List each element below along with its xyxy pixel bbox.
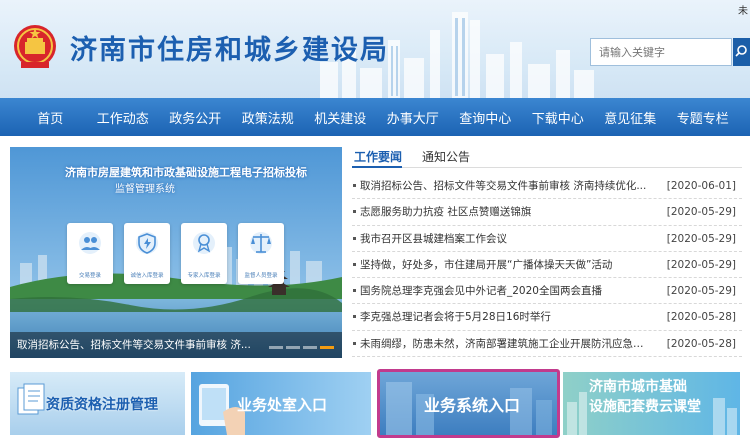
documents-icon xyxy=(17,383,45,415)
tile-credit-login[interactable]: 诚信入库登录 xyxy=(124,223,170,284)
national-emblem-logo xyxy=(14,25,56,68)
bullet xyxy=(353,341,356,345)
bullet xyxy=(353,289,356,293)
search-icon xyxy=(735,45,747,57)
shield-icon xyxy=(136,232,158,254)
carousel-dot[interactable] xyxy=(269,346,283,349)
bullet xyxy=(353,262,356,266)
news-title[interactable]: 取消招标公告、招标文件等交易文件事前审核 济南持续优化... xyxy=(360,173,650,199)
main-nav: 首页 工作动态 政务公开 政策法规 机关建设 办事大厅 查询中心 下载中心 意见… xyxy=(0,98,750,136)
news-title[interactable]: 国务院总理李克强会见中外记者_2020全国两会直播 xyxy=(360,278,650,304)
news-date: [2020-05-29] xyxy=(666,206,736,219)
news-list: 取消招标公告、招标文件等交易文件事前审核 济南持续优化... [2020-06-… xyxy=(352,173,742,358)
link-department-entry[interactable]: 业务处室入口 xyxy=(191,372,371,435)
news-date: [2020-05-29] xyxy=(666,232,736,245)
nav-item-feedback[interactable]: 意见征集 xyxy=(594,108,667,127)
banner-carousel[interactable]: 济南市房屋建筑和市政基础设施工程电子招标投标 监督管理系统 交易登录 诚信入库登… xyxy=(10,147,342,358)
link-label: 业务处室入口 xyxy=(237,396,328,414)
news-panel: 工作要闻 通知公告 取消招标公告、招标文件等交易文件事前审核 济南持续优化...… xyxy=(352,146,742,358)
nav-item-download-center[interactable]: 下载中心 xyxy=(522,108,595,127)
link-label-line2: 设施配套费云课堂 xyxy=(589,399,701,415)
banner-caption[interactable]: 取消招标公告、招标文件等交易文件事前审核 济... xyxy=(10,332,342,358)
news-date: [2020-06-01] xyxy=(666,180,736,192)
news-title[interactable]: 我市召开区县城建档案工作会议 xyxy=(360,226,650,252)
tab-work-news[interactable]: 工作要闻 xyxy=(354,148,402,165)
nav-item-work-news[interactable]: 工作动态 xyxy=(87,108,160,127)
news-item[interactable]: 未雨绸缪，防患未然，济南部署建筑施工企业开展防汛应急演... [2020-05-… xyxy=(352,331,742,358)
carousel-dot[interactable] xyxy=(303,346,317,349)
highlight-frame xyxy=(377,369,560,438)
balance-scale-icon xyxy=(250,232,272,254)
nav-item-gov-affairs[interactable]: 政务公开 xyxy=(159,108,232,127)
news-title[interactable]: 坚持做，好处多，市住建局开展“广播体操天天做”活动 xyxy=(360,252,650,278)
nav-item-service-hall[interactable]: 办事大厅 xyxy=(377,108,450,127)
banner-title: 济南市房屋建筑和市政基础设施工程电子招标投标 xyxy=(65,166,307,179)
bullet xyxy=(353,236,356,240)
tile-label: 交易登录 xyxy=(78,273,101,279)
carousel-dot[interactable] xyxy=(286,346,300,349)
news-title[interactable]: 未雨绸缪，防患未然，济南部署建筑施工企业开展防汛应急演... xyxy=(360,331,650,357)
bullet xyxy=(353,184,356,187)
link-label: 济南市城市基础 xyxy=(589,379,687,395)
corner-text: 未 xyxy=(738,6,748,17)
tile-label: 专家入库登录 xyxy=(187,273,221,279)
nav-item-special-topics[interactable]: 专题专栏 xyxy=(667,108,740,127)
site-title: 济南市住房和城乡建设局 xyxy=(70,35,389,66)
news-date: [2020-05-28] xyxy=(666,311,736,324)
quick-links: 资质资格注册管理 业务处室入口 业务系统入口 济南市城市基础 设施配套费云课堂 xyxy=(10,369,740,438)
link-qualification-management[interactable]: 资质资格注册管理 xyxy=(10,372,185,435)
tile-label: 监督人员登录 xyxy=(244,273,278,279)
active-tab-indicator xyxy=(352,166,402,168)
nav-item-organization[interactable]: 机关建设 xyxy=(304,108,377,127)
site-header: 济南市住房和城乡建设局 未 xyxy=(0,0,750,98)
news-item[interactable]: 李克强总理记者会将于5月28日16时举行 [2020-05-28] xyxy=(352,304,742,331)
search-input[interactable] xyxy=(591,39,731,65)
news-date: [2020-05-29] xyxy=(666,285,736,298)
carousel-dot-active[interactable] xyxy=(320,346,334,349)
news-title[interactable]: 志愿服务助力抗疫 社区点赞赠送锦旗 xyxy=(360,199,650,225)
tile-supervisor-login[interactable]: 监督人员登录 xyxy=(238,223,284,284)
bullet xyxy=(353,210,356,214)
nav-item-home[interactable]: 首页 xyxy=(14,108,87,127)
banner-subtitle: 监督管理系统 xyxy=(115,184,175,195)
news-title[interactable]: 李克强总理记者会将于5月28日16时举行 xyxy=(360,304,650,330)
tile-expert-login[interactable]: 专家入库登录 xyxy=(181,223,227,284)
news-item[interactable]: 坚持做，好处多，市住建局开展“广播体操天天做”活动 [2020-05-29] xyxy=(352,252,742,279)
news-item[interactable]: 我市召开区县城建档案工作会议 [2020-05-29] xyxy=(352,226,742,252)
link-infrastructure-fee-cloud-class[interactable]: 济南市城市基础 设施配套费云课堂 xyxy=(563,372,740,435)
news-date: [2020-05-28] xyxy=(666,337,736,350)
nav-item-query-center[interactable]: 查询中心 xyxy=(449,108,522,127)
news-tabs: 工作要闻 通知公告 xyxy=(352,146,742,168)
news-item[interactable]: 国务院总理李克强会见中外记者_2020全国两会直播 [2020-05-29] xyxy=(352,278,742,305)
bullet xyxy=(353,315,356,319)
search-box xyxy=(590,38,732,66)
search-button[interactable] xyxy=(733,38,750,66)
news-item[interactable]: 取消招标公告、招标文件等交易文件事前审核 济南持续优化... [2020-06-… xyxy=(352,173,742,200)
link-label: 资质资格注册管理 xyxy=(46,397,158,413)
certificate-icon xyxy=(193,232,215,254)
tile-transaction-login[interactable]: 交易登录 xyxy=(67,223,113,284)
tab-announcements[interactable]: 通知公告 xyxy=(422,148,470,165)
carousel-indicators xyxy=(269,346,334,349)
news-date: [2020-05-29] xyxy=(666,258,736,271)
nav-item-policies[interactable]: 政策法规 xyxy=(232,108,305,127)
news-item[interactable]: 志愿服务助力抗疫 社区点赞赠送锦旗 [2020-05-29] xyxy=(352,199,742,226)
users-icon xyxy=(79,232,101,254)
tile-label: 诚信入库登录 xyxy=(130,273,164,279)
